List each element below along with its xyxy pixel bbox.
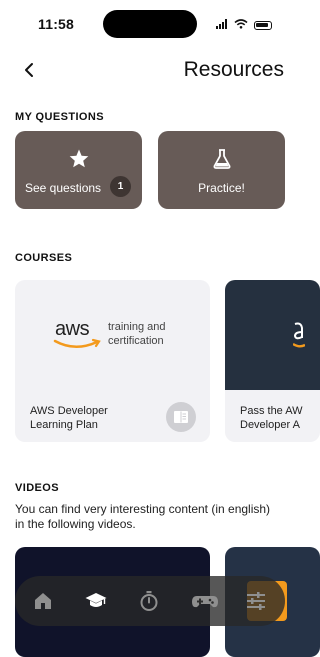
flask-icon [210, 147, 234, 171]
practice-label: Practice! [198, 181, 245, 195]
dynamic-island [103, 10, 197, 38]
course-card-pass-aws-developer[interactable]: Pass the AW Developer A [225, 280, 320, 442]
questions-count-badge: 1 [110, 176, 131, 197]
aws-logo-partial [293, 322, 305, 348]
book-icon [166, 402, 196, 432]
back-button[interactable] [20, 60, 38, 80]
chevron-left-icon [25, 63, 33, 77]
bottom-nav [15, 576, 285, 626]
section-label-courses: COURSES [15, 252, 73, 264]
section-label-my-questions: MY QUESTIONS [15, 111, 104, 123]
course-card-aws-developer[interactable]: aws training and certification AWS Devel… [15, 280, 210, 442]
practice-button[interactable]: Practice! [158, 131, 285, 209]
star-icon [67, 147, 91, 171]
gamepad-icon[interactable] [191, 589, 219, 613]
see-questions-button[interactable]: See questions 1 [15, 131, 142, 209]
header: Resources [0, 56, 300, 86]
course-title: AWS Developer Learning Plan [30, 405, 108, 431]
home-icon[interactable] [31, 589, 55, 613]
stopwatch-icon[interactable] [137, 589, 161, 613]
wifi-icon [234, 16, 248, 34]
status-icons [216, 16, 272, 34]
signal-icon [216, 16, 228, 34]
aws-smile-icon [53, 338, 101, 348]
aws-logo-subtitle: training and certification [108, 321, 166, 347]
course-banner [225, 280, 320, 390]
aws-training-logo: aws training and certification [15, 280, 210, 390]
battery-icon [254, 20, 272, 30]
section-label-videos: VIDEOS [15, 482, 59, 494]
status-bar: 11:58 [0, 0, 300, 44]
course-title: Pass the AW Developer A [240, 405, 303, 431]
see-questions-label: See questions [25, 181, 102, 195]
videos-description: You can find very interesting content (i… [15, 502, 271, 531]
status-time: 11:58 [38, 16, 75, 32]
graduation-cap-icon[interactable] [84, 589, 108, 613]
sliders-icon[interactable] [244, 589, 268, 613]
page-title: Resources [183, 58, 284, 81]
